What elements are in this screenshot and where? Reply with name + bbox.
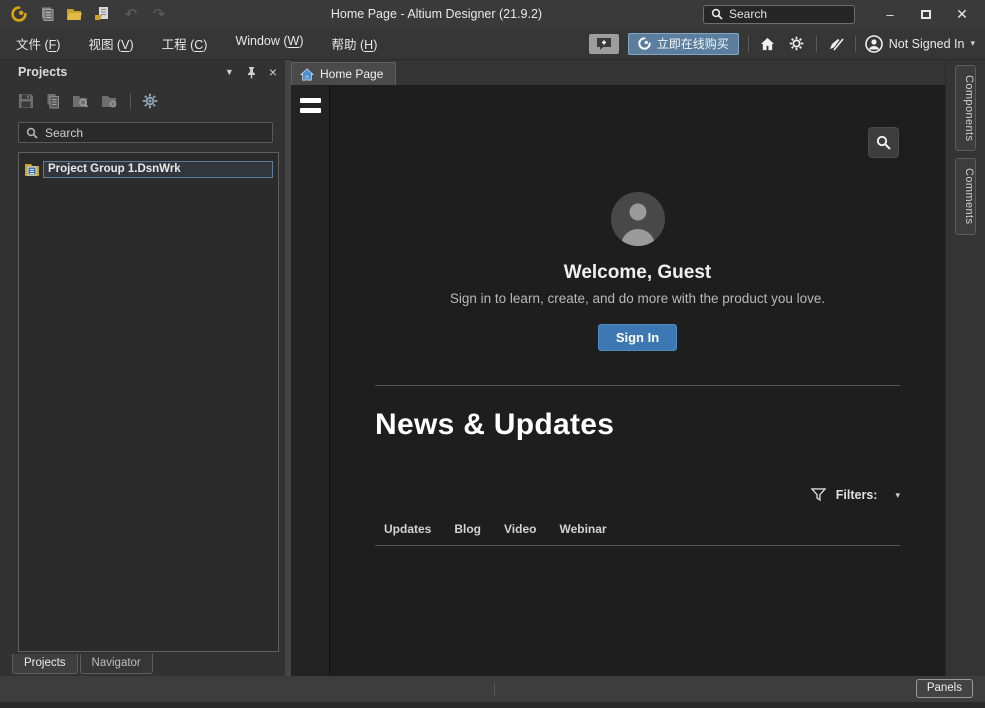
tab-comments[interactable]: Comments <box>955 158 976 234</box>
menu-bar: 文件 (F) 视图 (V) 工程 (C) Window (W) 帮助 (H) 立… <box>0 28 985 60</box>
filters-dropdown-icon[interactable]: ▾ <box>895 490 900 501</box>
menu-items: 文件 (F) 视图 (V) 工程 (C) Window (W) 帮助 (H) <box>16 34 377 53</box>
tab-projects[interactable]: Projects <box>12 654 78 674</box>
altium-swirl-icon <box>638 37 651 50</box>
news-tab-updates[interactable]: Updates <box>384 522 431 536</box>
tree-row[interactable]: Project Group 1.DsnWrk <box>24 160 273 178</box>
filters-label: Filters: <box>836 488 878 502</box>
user-avatar-icon <box>865 35 883 53</box>
copy-document-icon[interactable] <box>36 4 58 24</box>
buy-online-button[interactable]: 立即在线购买 <box>628 33 739 55</box>
menu-window[interactable]: Window (W) <box>235 34 303 53</box>
search-placeholder: Search <box>729 7 767 21</box>
projects-tree[interactable]: Project Group 1.DsnWrk <box>18 152 279 652</box>
menu-file[interactable]: 文件 (F) <box>16 34 60 53</box>
open-folder-icon[interactable] <box>64 4 86 24</box>
home-icon[interactable] <box>758 34 778 54</box>
home-tab-label: Home Page <box>320 67 383 81</box>
account-menu[interactable]: Not Signed In ▾ <box>865 35 975 53</box>
separator <box>748 36 749 52</box>
welcome-section: Welcome, Guest Sign in to learn, create,… <box>330 85 945 351</box>
menu-project[interactable]: 工程 (C) <box>162 34 208 53</box>
panel-gear-icon[interactable] <box>142 93 158 109</box>
separator <box>855 36 856 52</box>
redo-icon[interactable]: ↷ <box>148 4 170 24</box>
news-tab-blog[interactable]: Blog <box>454 522 481 536</box>
home-page-body: Welcome, Guest Sign in to learn, create,… <box>330 85 945 676</box>
news-tab-video[interactable]: Video <box>504 522 536 536</box>
buy-online-label: 立即在线购买 <box>657 35 729 52</box>
feedback-comment-button[interactable] <box>589 34 619 54</box>
projects-panel: Projects ▼ × <box>0 60 285 676</box>
altium-logo-icon <box>8 4 30 24</box>
minimize-button[interactable]: – <box>875 7 905 22</box>
home-page-content: Welcome, Guest Sign in to learn, create,… <box>291 85 945 676</box>
maximize-button[interactable] <box>911 7 941 22</box>
tab-navigator[interactable]: Navigator <box>80 654 153 674</box>
news-tab-webinar[interactable]: Webinar <box>559 522 606 536</box>
panel-close-icon[interactable]: × <box>269 65 277 79</box>
home-tab-icon <box>300 68 314 81</box>
welcome-title: Welcome, Guest <box>564 262 711 284</box>
window-title: Home Page - Altium Designer (21.9.2) <box>331 7 542 21</box>
project-group-item[interactable]: Project Group 1.DsnWrk <box>43 161 273 178</box>
panels-button[interactable]: Panels <box>916 679 973 698</box>
filters-row: Filters: ▾ <box>375 488 900 502</box>
news-filter-tabs: Updates Blog Video Webinar <box>384 522 900 545</box>
projects-panel-header: Projects ▼ × <box>8 60 285 84</box>
projects-search-input[interactable]: Search <box>18 122 273 143</box>
statusbar-divider <box>494 683 495 695</box>
close-button[interactable]: ✕ <box>947 6 977 23</box>
search-icon <box>876 135 891 150</box>
open-project-icon[interactable] <box>72 93 90 109</box>
document-tabstrip: Home Page <box>291 60 945 85</box>
separator <box>816 36 817 52</box>
projects-panel-title: Projects <box>18 65 67 79</box>
pen-slash-icon[interactable] <box>826 34 846 54</box>
filter-funnel-icon[interactable] <box>811 488 826 502</box>
project-group-icon <box>24 162 41 177</box>
projects-toolbar <box>8 84 285 118</box>
save-icon[interactable] <box>18 93 34 109</box>
welcome-subtitle: Sign in to learn, create, and do more wi… <box>450 291 825 306</box>
search-placeholder: Search <box>45 126 83 140</box>
panel-dropdown-icon[interactable]: ▼ <box>225 67 234 77</box>
pin-icon[interactable] <box>246 66 257 79</box>
document-area: Home Page Welcome, Guest Sign in to lea <box>291 60 945 676</box>
menubar-right-cluster: 立即在线购买 Not Signed In ▾ <box>589 33 975 55</box>
open-document-icon[interactable] <box>92 4 114 24</box>
menu-help[interactable]: 帮助 (H) <box>332 34 378 53</box>
right-panel-strip: Components Comments <box>945 60 985 676</box>
home-page-sidebar <box>291 85 330 676</box>
undo-icon[interactable]: ↶ <box>120 4 142 24</box>
news-updates-title: News & Updates <box>375 408 900 442</box>
tab-components[interactable]: Components <box>955 65 976 151</box>
page-search-button[interactable] <box>868 127 899 158</box>
tab-home-page[interactable]: Home Page <box>291 62 396 85</box>
sign-in-button[interactable]: Sign In <box>598 324 677 351</box>
separator <box>130 93 131 109</box>
search-icon <box>26 127 38 139</box>
settings-gear-icon[interactable] <box>787 34 807 54</box>
global-search-input[interactable]: Search <box>703 5 855 24</box>
section-divider <box>375 385 900 386</box>
title-bar: ↶ ↷ Home Page - Altium Designer (21.9.2)… <box>0 0 985 28</box>
window-bottom-edge <box>0 702 985 708</box>
section-divider <box>375 545 900 546</box>
copy-documents-icon[interactable] <box>45 93 61 109</box>
menu-view[interactable]: 视图 (V) <box>88 34 133 53</box>
maximize-glyph <box>921 10 931 19</box>
hamburger-menu-icon[interactable] <box>300 98 329 113</box>
folder-settings-icon[interactable] <box>101 93 119 109</box>
status-bar: Panels <box>0 676 985 702</box>
panel-bottom-tabs: Projects Navigator <box>8 652 285 676</box>
workspace: Projects ▼ × <box>0 60 985 676</box>
search-icon <box>711 8 723 20</box>
guest-avatar <box>611 192 665 246</box>
chevron-down-icon: ▾ <box>970 38 975 49</box>
account-label: Not Signed In <box>889 37 965 51</box>
panel-header-icons: ▼ × <box>225 65 277 79</box>
